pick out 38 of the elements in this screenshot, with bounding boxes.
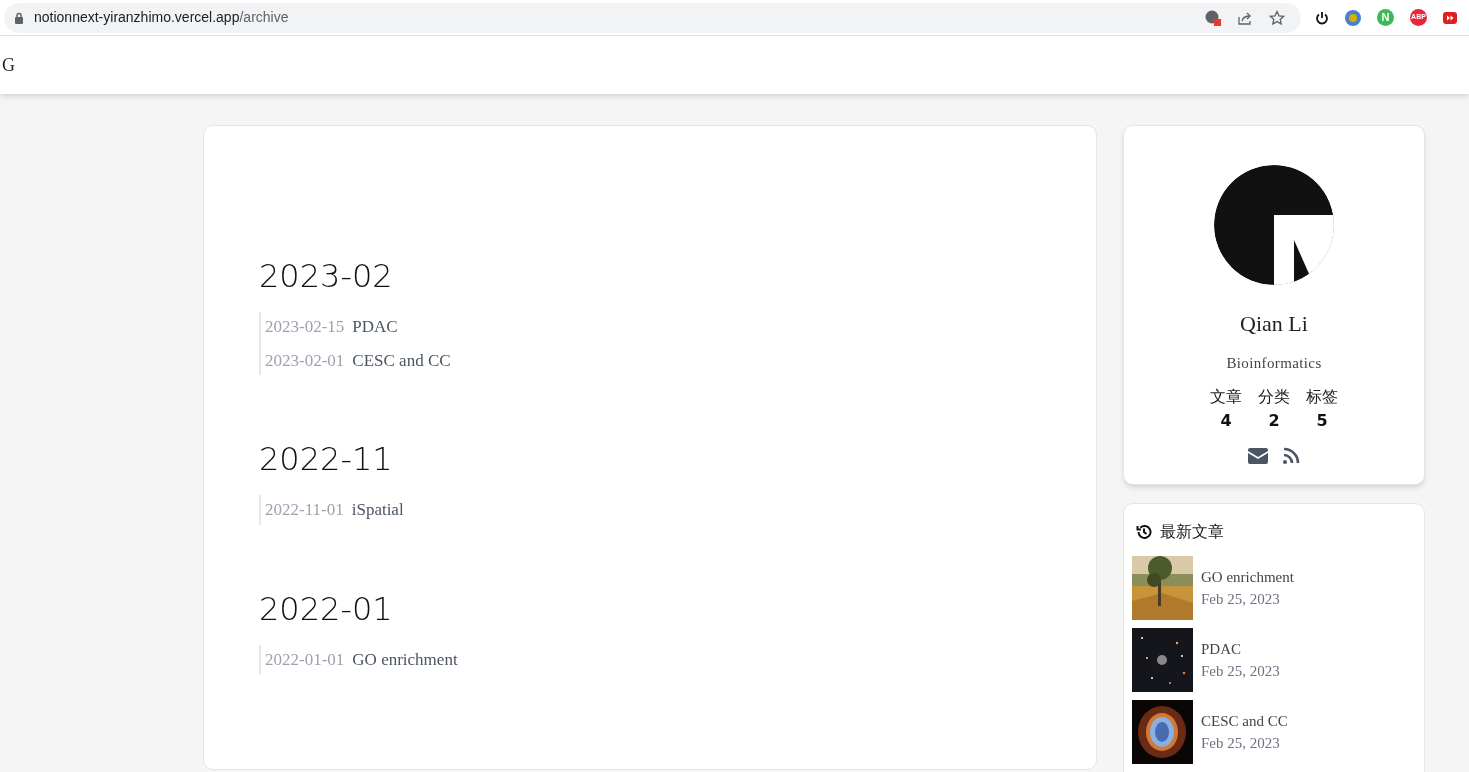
author-name: Qian Li xyxy=(1240,310,1308,338)
star-icon[interactable] xyxy=(1269,9,1285,26)
post-date: Feb 25, 2023 xyxy=(1201,734,1281,753)
extension-icon[interactable] xyxy=(1345,9,1361,26)
stat-count: 4 xyxy=(1220,409,1232,432)
stat-label: 分类 xyxy=(1258,386,1290,407)
author-bio: Bioinformatics xyxy=(1226,354,1322,373)
lock-icon xyxy=(14,11,24,24)
post-link[interactable]: GO enrichment xyxy=(352,646,458,672)
mail-icon[interactable] xyxy=(1248,447,1268,464)
rss-icon[interactable] xyxy=(1282,446,1300,465)
stat-count: 5 xyxy=(1316,409,1328,432)
post-link[interactable]: PDAC xyxy=(352,314,398,340)
month-heading: 2022-11 xyxy=(259,439,394,480)
site-logo[interactable]: G xyxy=(2,51,15,79)
address-bar[interactable]: notionnext-yiranzhimo.vercel.app/archive xyxy=(4,2,1301,33)
post-date: 2022-11-01 xyxy=(265,499,344,521)
history-icon xyxy=(1136,524,1152,540)
post-date: 2023-02-01 xyxy=(265,349,345,372)
url-text: notionnext-yiranzhimo.vercel.app/archive xyxy=(34,8,289,27)
post-link[interactable]: GO enrichment xyxy=(1201,565,1294,588)
post-link[interactable]: CESC and CC xyxy=(352,347,451,373)
section-title: 最新文章 xyxy=(1160,522,1224,542)
extension-icon[interactable] xyxy=(1443,10,1457,25)
post-date: Feb 25, 2023 xyxy=(1201,590,1281,609)
post-link[interactable]: PDAC xyxy=(1201,637,1280,660)
month-heading: 2023-02 xyxy=(259,256,394,297)
post-link[interactable]: CESC and CC xyxy=(1201,709,1288,732)
post-date: 2022-01-01 xyxy=(265,648,345,671)
post-link[interactable]: iSpatial xyxy=(351,497,404,523)
stat-count: 2 xyxy=(1268,409,1280,432)
stat-label: 文章 xyxy=(1210,386,1242,407)
month-heading: 2022-01 xyxy=(259,588,394,630)
stat-label: 标签 xyxy=(1306,386,1338,407)
cookie-blocked-icon[interactable] xyxy=(1205,9,1221,26)
power-icon[interactable] xyxy=(1315,10,1329,25)
post-date: 2023-02-15 xyxy=(265,316,345,338)
post-date: Feb 25, 2023 xyxy=(1201,662,1280,681)
